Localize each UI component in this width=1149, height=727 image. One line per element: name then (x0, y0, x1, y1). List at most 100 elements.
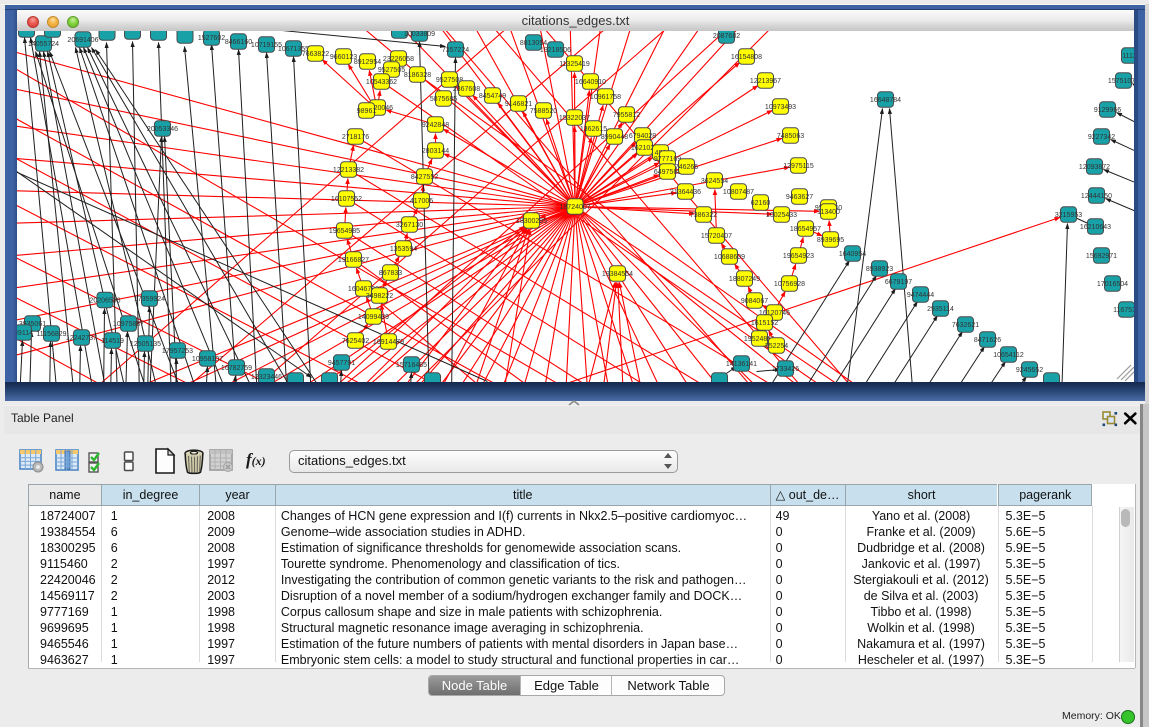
svg-text:9129966: 9129966 (1094, 107, 1121, 114)
svg-text:19654985: 19654985 (329, 228, 360, 235)
svg-text:20053346: 20053346 (147, 126, 178, 133)
svg-text:10961758: 10961758 (590, 94, 621, 101)
svg-text:9463627: 9463627 (786, 194, 813, 201)
svg-text:7588520: 7588520 (530, 108, 557, 115)
svg-text:6794028: 6794028 (629, 133, 656, 140)
svg-text:15322037: 15322037 (559, 115, 590, 122)
svg-text:10654112: 10654112 (993, 352, 1024, 359)
svg-text:18807249: 18807249 (729, 276, 760, 283)
svg-text:10543362: 10543362 (366, 79, 397, 86)
svg-text:15716485: 15716485 (396, 362, 427, 369)
svg-text:2087682: 2087682 (713, 33, 740, 40)
svg-text:12444150: 12444150 (1081, 193, 1112, 200)
svg-text:10958107: 10958107 (192, 356, 223, 363)
svg-text:113400: 113400 (817, 209, 840, 216)
svg-text:9227342: 9227342 (1088, 134, 1115, 141)
svg-text:8186328: 8186328 (404, 72, 431, 79)
svg-text:1362615: 1362615 (580, 126, 607, 133)
svg-text:9084067: 9084067 (741, 298, 768, 305)
svg-text:19218506: 19218506 (540, 47, 571, 54)
svg-text:2803144: 2803144 (422, 148, 449, 155)
svg-text:1733426: 1733426 (772, 366, 799, 373)
svg-text:9146821: 9146821 (505, 101, 532, 108)
svg-text:9457791: 9457791 (328, 360, 355, 367)
svg-text:16914479: 16914479 (373, 339, 404, 346)
svg-text:7632621: 7632621 (952, 322, 979, 329)
svg-text:19384554: 19384554 (602, 271, 633, 278)
svg-text:17359924: 17359924 (134, 296, 165, 303)
svg-text:39114: 39114 (17, 330, 33, 337)
svg-text:1112: 1112 (1122, 53, 1134, 60)
svg-text:1640954: 1640954 (839, 251, 866, 258)
svg-text:10973493: 10973493 (765, 104, 796, 111)
svg-text:98961: 98961 (357, 108, 377, 115)
svg-text:1615152: 1615152 (751, 320, 778, 327)
svg-text:417006: 417006 (410, 198, 433, 205)
svg-text:18654957: 18654957 (790, 226, 821, 233)
svg-text:1353594: 1353594 (390, 246, 417, 253)
svg-text:8427552: 8427552 (411, 174, 438, 181)
svg-text:8466160: 8466160 (225, 39, 252, 46)
svg-text:3624554: 3624554 (701, 178, 728, 185)
svg-text:1167533: 1167533 (1113, 307, 1134, 314)
svg-text:16640910: 16640910 (575, 79, 606, 86)
svg-text:10688609: 10688609 (714, 254, 745, 261)
svg-text:10033809: 10033809 (404, 31, 435, 38)
svg-text:12505135: 12505135 (130, 341, 161, 348)
svg-text:12213382: 12213382 (333, 167, 364, 174)
svg-text:114519: 114519 (101, 338, 124, 345)
svg-text:3498222: 3498222 (366, 293, 393, 300)
svg-text:10025433: 10025433 (766, 212, 797, 219)
svg-text:5875685: 5875685 (430, 96, 457, 103)
svg-text:2718176: 2718176 (342, 134, 369, 141)
svg-text:7386322: 7386322 (690, 212, 717, 219)
svg-text:7625402: 7625402 (342, 338, 369, 345)
svg-text:15720407: 15720407 (701, 233, 732, 240)
svg-text:3215953: 3215953 (1055, 212, 1082, 219)
svg-text:10756928: 10756928 (774, 281, 805, 288)
svg-text:8813054: 8813054 (520, 40, 547, 47)
svg-text:14099489: 14099489 (358, 314, 389, 321)
svg-text:18300295: 18300295 (516, 218, 547, 225)
svg-text:6679197: 6679197 (885, 279, 912, 286)
svg-text:12093872: 12093872 (1079, 164, 1110, 171)
svg-text:252254: 252254 (765, 343, 788, 350)
svg-text:21364436: 21364436 (670, 189, 701, 196)
svg-text:18724007: 18724007 (560, 204, 591, 211)
svg-text:16210643: 16210643 (1080, 224, 1111, 231)
svg-text:7663822: 7663822 (302, 51, 329, 58)
svg-text:16107552: 16107552 (331, 196, 362, 203)
svg-text:19166827: 19166827 (338, 257, 369, 264)
svg-text:12323446: 12323446 (251, 374, 282, 381)
svg-text:10975887: 10975887 (113, 321, 144, 328)
svg-text:62160: 62160 (751, 200, 771, 207)
svg-text:19654923: 19654923 (783, 253, 814, 260)
svg-text:11156829: 11156829 (36, 331, 66, 338)
svg-text:9527505: 9527505 (378, 67, 405, 74)
svg-text:867833: 867833 (379, 270, 402, 277)
svg-text:11325419: 11325419 (559, 61, 590, 68)
svg-text:8912954: 8912954 (354, 59, 381, 66)
svg-text:8454749: 8454749 (479, 93, 506, 100)
svg-text:12213967: 12213967 (750, 78, 781, 85)
svg-text:17016504: 17016504 (1097, 281, 1128, 288)
svg-text:7955812: 7955812 (613, 112, 640, 119)
svg-text:746266: 746266 (675, 164, 698, 171)
svg-text:12242737: 12242737 (66, 335, 97, 342)
svg-text:7357224: 7357224 (442, 47, 469, 54)
svg-text:3267130: 3267130 (396, 222, 423, 229)
svg-text:16154808: 16154808 (731, 54, 762, 61)
svg-text:15751074: 15751074 (1108, 78, 1134, 85)
svg-text:9777169: 9777169 (654, 156, 681, 163)
svg-text:8939695: 8939695 (817, 237, 844, 244)
svg-text:20691406: 20691406 (67, 37, 98, 44)
svg-text:9242848: 9242848 (422, 122, 449, 129)
svg-text:10807487: 10807487 (723, 189, 754, 196)
svg-text:8471626: 8471626 (974, 337, 1001, 344)
svg-text:2935114: 2935114 (927, 306, 954, 313)
svg-text:14055724: 14055724 (28, 41, 59, 48)
svg-text:9245652: 9245652 (1016, 367, 1043, 374)
svg-text:17957253: 17957253 (162, 348, 193, 355)
svg-text:9474444: 9474444 (907, 292, 934, 299)
svg-text:16648784: 16648784 (870, 97, 901, 104)
